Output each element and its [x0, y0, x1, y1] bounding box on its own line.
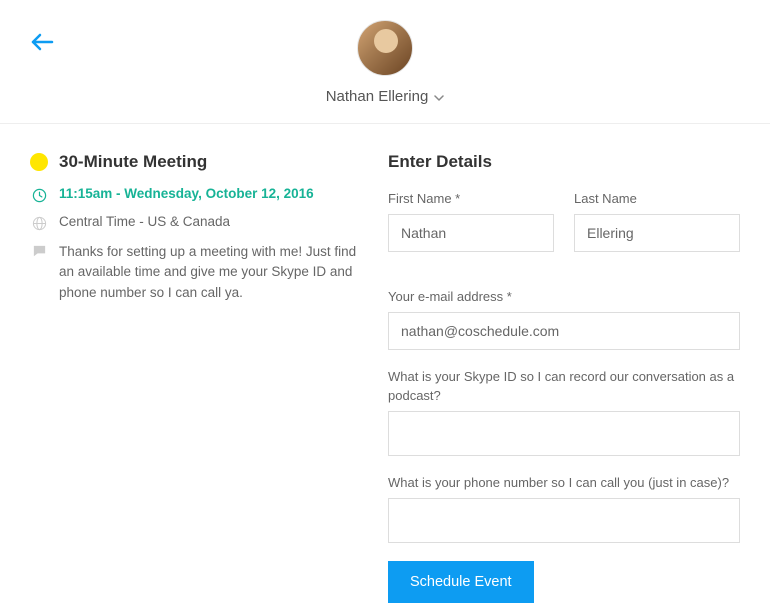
event-color-dot [30, 153, 48, 171]
meeting-timezone: Central Time - US & Canada [59, 214, 230, 229]
meeting-title: 30-Minute Meeting [59, 152, 207, 172]
globe-icon [30, 215, 48, 231]
meeting-datetime: 11:15am - Wednesday, October 12, 2016 [59, 186, 314, 201]
content: 30-Minute Meeting 11:15am - Wednesday, O… [0, 124, 770, 603]
header: Nathan Ellering [0, 0, 770, 124]
speech-icon [30, 243, 48, 259]
host-name-text: Nathan Ellering [326, 88, 429, 105]
schedule-event-button[interactable]: Schedule Event [388, 561, 534, 603]
chevron-down-icon [434, 88, 444, 105]
clock-icon [30, 187, 48, 203]
skype-label: What is your Skype ID so I can record ou… [388, 368, 740, 404]
form-panel: Enter Details First Name * Last Name You… [388, 152, 740, 603]
email-label: Your e-mail address * [388, 288, 740, 306]
last-name-field[interactable] [574, 214, 740, 252]
meeting-info: 30-Minute Meeting 11:15am - Wednesday, O… [30, 152, 360, 603]
back-arrow-icon[interactable] [30, 32, 54, 55]
phone-field[interactable] [388, 498, 740, 543]
avatar [357, 20, 413, 76]
last-name-label: Last Name [574, 190, 740, 208]
form-heading: Enter Details [388, 152, 740, 172]
skype-field[interactable] [388, 411, 740, 456]
host-selector[interactable]: Nathan Ellering [326, 88, 445, 105]
first-name-label: First Name * [388, 190, 554, 208]
email-field[interactable] [388, 312, 740, 350]
first-name-field[interactable] [388, 214, 554, 252]
phone-label: What is your phone number so I can call … [388, 474, 740, 492]
meeting-description: Thanks for setting up a meeting with me!… [59, 242, 360, 303]
